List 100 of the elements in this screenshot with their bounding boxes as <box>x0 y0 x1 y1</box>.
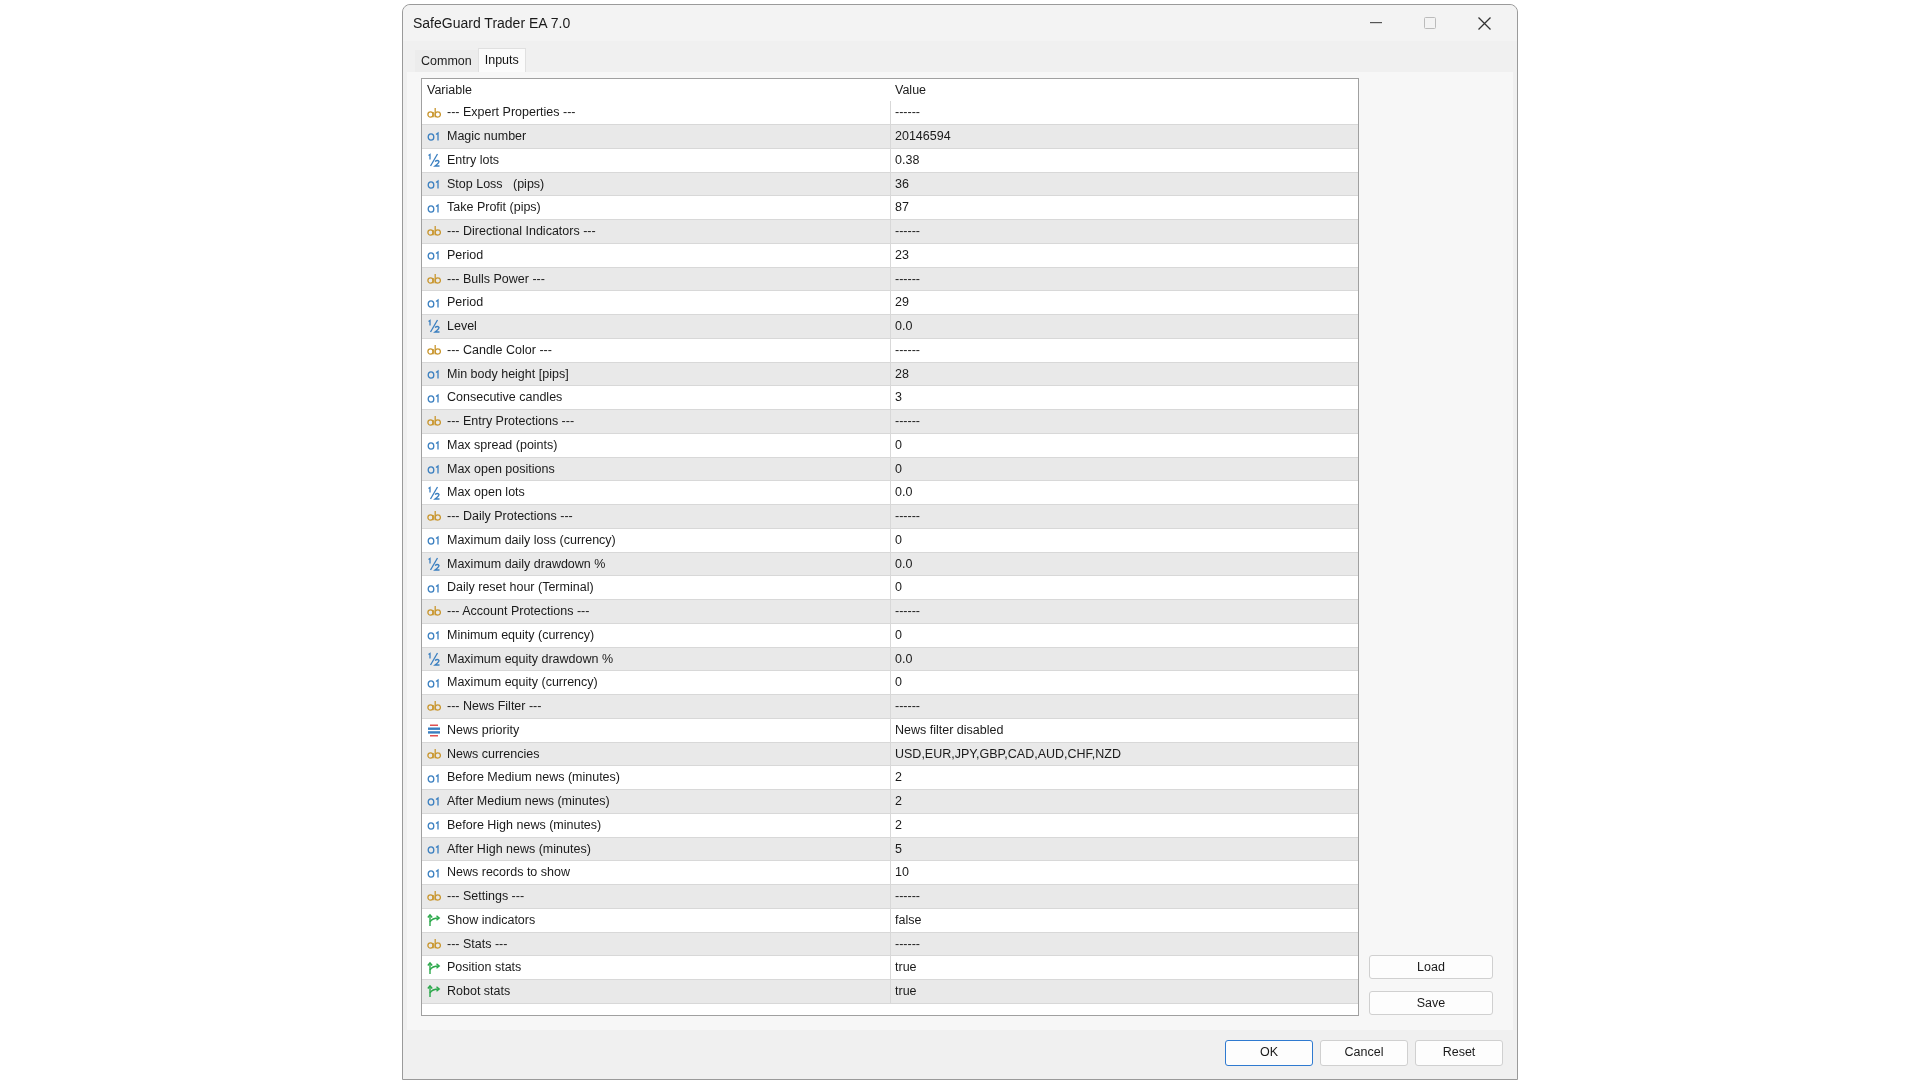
variable-value[interactable]: 0.0 <box>895 483 913 503</box>
variable-value[interactable]: ------ <box>895 507 920 526</box>
text-type-icon <box>427 344 441 357</box>
variable-value[interactable]: 2 <box>895 815 902 835</box>
variable-name: Max spread (points) <box>447 436 558 454</box>
variable-value[interactable]: true <box>895 982 917 1001</box>
variable-value[interactable]: 2 <box>895 768 902 788</box>
variable-value[interactable]: ------ <box>895 412 920 431</box>
integer-type-icon <box>427 534 441 547</box>
integer-type-icon <box>427 581 441 594</box>
enum-type-icon <box>427 723 441 737</box>
variable-name: Minimum equity (currency) <box>447 626 595 644</box>
variable-name: --- Account Protections --- <box>447 603 590 621</box>
variable-value[interactable]: 5 <box>895 839 902 859</box>
variable-value[interactable]: 28 <box>895 364 909 384</box>
text-type-icon <box>427 700 441 713</box>
dialog-button[interactable]: Reset <box>1415 1039 1503 1066</box>
variable-name: Max open positions <box>447 460 555 478</box>
variable-value[interactable]: ------ <box>895 340 920 360</box>
variable-value[interactable]: USD,EUR,JPY,GBP,CAD,AUD,CHF,NZD <box>895 744 1121 764</box>
integer-type-icon <box>427 795 441 808</box>
integer-type-icon <box>427 296 441 309</box>
variable-value[interactable]: 29 <box>895 293 909 313</box>
variable-value[interactable]: News filter disabled <box>895 720 1004 740</box>
variable-name: --- Bulls Power --- <box>447 270 545 288</box>
text-type-icon <box>427 272 441 285</box>
variable-value[interactable]: ------ <box>895 222 920 241</box>
text-type-icon <box>427 415 441 428</box>
window-title: SafeGuard Trader EA 7.0 <box>413 13 571 33</box>
variable-name: Min body height [pips] <box>447 365 569 383</box>
tab[interactable]: Inputs <box>477 48 526 73</box>
variable-name: --- Directional Indicators --- <box>447 223 596 241</box>
variable-value[interactable]: 10 <box>895 863 909 883</box>
variable-name: --- Entry Protections --- <box>447 413 575 431</box>
text-type-icon <box>427 106 441 119</box>
variable-value[interactable]: 0 <box>895 459 902 479</box>
variable-value[interactable]: ------ <box>895 887 920 906</box>
variable-value[interactable]: 87 <box>895 198 909 218</box>
text-type-icon <box>427 225 441 238</box>
fraction-type-icon <box>427 651 441 666</box>
variable-name: News currencies <box>447 745 540 763</box>
variable-value[interactable]: true <box>895 958 917 978</box>
variable-name: Maximum equity drawdown % <box>447 650 614 668</box>
variable-value[interactable]: 0.38 <box>895 150 920 170</box>
variable-value[interactable]: 0 <box>895 530 902 550</box>
variable-name: Maximum equity (currency) <box>447 674 598 692</box>
variable-value[interactable]: 20146594 <box>895 127 951 146</box>
variable-name: Position stats <box>447 959 522 977</box>
variable-name: Before High news (minutes) <box>447 816 602 834</box>
branch-arrow-icon <box>427 913 441 928</box>
variable-name: Period <box>447 246 484 264</box>
integer-type-icon <box>427 130 441 143</box>
variable-value[interactable]: 36 <box>895 174 909 194</box>
variable-name: News records to show <box>447 864 570 882</box>
variable-value[interactable]: ------ <box>895 103 920 123</box>
variable-value[interactable]: 0 <box>895 625 902 645</box>
integer-type-icon <box>427 367 441 380</box>
text-type-icon <box>427 747 441 760</box>
variable-name: News priority <box>447 721 520 739</box>
variable-name: --- Candle Color --- <box>447 341 552 359</box>
variable-value[interactable]: 23 <box>895 245 909 265</box>
side-button[interactable]: Save <box>1369 991 1493 1016</box>
dialog-button[interactable]: Cancel <box>1320 1039 1408 1066</box>
integer-type-icon <box>427 819 441 832</box>
variable-value[interactable]: 0 <box>895 435 902 455</box>
variable-name: --- Settings --- <box>447 888 525 906</box>
text-type-icon <box>427 510 441 523</box>
text-type-icon <box>427 937 441 950</box>
column-header[interactable]: Value <box>891 80 1358 100</box>
variable-value[interactable]: 0 <box>895 673 902 693</box>
branch-arrow-icon <box>427 960 441 975</box>
variable-value[interactable]: ------ <box>895 602 920 621</box>
close-icon <box>1477 16 1491 30</box>
variable-name: Entry lots <box>447 151 500 169</box>
variable-name: Take Profit (pips) <box>447 199 541 217</box>
variable-name: Robot stats <box>447 983 511 1001</box>
variable-value[interactable]: ------ <box>895 269 920 289</box>
variable-value[interactable]: 3 <box>895 388 902 408</box>
variable-name: --- Expert Properties --- <box>447 104 576 122</box>
variable-value[interactable]: ------ <box>895 697 920 716</box>
tab[interactable]: Common <box>415 50 478 73</box>
variable-value[interactable]: 0.0 <box>895 317 913 336</box>
variable-value[interactable]: false <box>895 910 922 930</box>
variable-name: After Medium news (minutes) <box>447 793 610 811</box>
variable-value[interactable]: 2 <box>895 792 902 811</box>
variable-name: --- Daily Protections --- <box>447 508 573 526</box>
variable-value[interactable]: ------ <box>895 934 920 954</box>
integer-type-icon <box>427 866 441 879</box>
variable-name: Maximum daily loss (currency) <box>447 531 616 549</box>
dialog-button[interactable]: OK <box>1225 1039 1313 1066</box>
variable-value[interactable]: 0.0 <box>895 649 913 669</box>
column-header[interactable]: Variable <box>422 80 891 100</box>
integer-type-icon <box>427 391 441 404</box>
variable-value[interactable]: 0.0 <box>895 554 913 574</box>
integer-type-icon <box>427 629 441 642</box>
integer-type-icon <box>427 842 441 855</box>
variable-value[interactable]: 0 <box>895 578 902 598</box>
integer-type-icon <box>427 201 441 214</box>
integer-type-icon <box>427 439 441 452</box>
side-button[interactable]: Load <box>1369 955 1493 980</box>
